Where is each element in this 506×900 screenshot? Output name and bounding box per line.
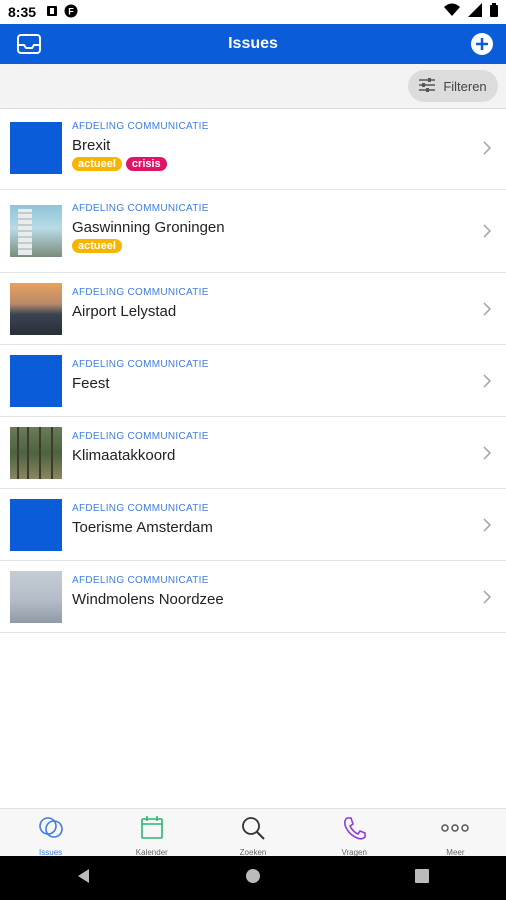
status-time: 8:35: [8, 4, 37, 20]
issue-row[interactable]: AFDELING COMMUNICATIE Klimaatakkoord: [0, 417, 506, 489]
chevron-right-icon: [482, 224, 492, 238]
search-icon: [239, 815, 267, 846]
signal-icon: [468, 3, 482, 20]
issue-row[interactable]: AFDELING COMMUNICATIE Brexit actueel cri…: [0, 108, 506, 190]
issue-thumbnail: [10, 205, 62, 257]
back-icon[interactable]: [76, 868, 92, 889]
issue-title: Klimaatakkoord: [72, 447, 176, 464]
notification-icon: [46, 4, 58, 20]
issue-title: Toerisme Amsterdam: [72, 519, 213, 536]
filter-button[interactable]: Filteren: [408, 70, 498, 102]
tag-badge: crisis: [125, 157, 167, 171]
issue-category: AFDELING COMMUNICATIE: [72, 359, 209, 370]
chat-bubbles-icon: [37, 815, 65, 846]
tab-zoeken[interactable]: Zoeken: [202, 809, 303, 857]
tab-kalender[interactable]: Kalender: [101, 809, 202, 857]
svg-text:F: F: [68, 6, 74, 16]
app-notification-icon: F: [64, 4, 78, 21]
tag-badge: actueel: [72, 239, 122, 253]
issue-category: AFDELING COMMUNICATIE: [72, 121, 209, 132]
page-title: Issues: [228, 35, 278, 52]
app-bar: Issues: [0, 24, 506, 64]
tab-meer[interactable]: Meer: [405, 809, 506, 857]
issue-category: AFDELING COMMUNICATIE: [72, 503, 209, 514]
calendar-icon: [138, 815, 166, 846]
filter-bar: Filteren: [0, 64, 506, 109]
issue-thumbnail: [10, 427, 62, 479]
more-icon: [441, 815, 470, 846]
status-bar: 8:35 F: [0, 0, 506, 24]
issue-thumbnail: [10, 283, 62, 335]
bottom-tab-bar: Issues Kalender Zoeken Vragen Meer: [0, 808, 506, 857]
sliders-icon: [419, 77, 436, 95]
issue-row[interactable]: AFDELING COMMUNICATIE Airport Lelystad: [0, 273, 506, 345]
chevron-right-icon: [482, 446, 492, 460]
tab-issues[interactable]: Issues: [0, 809, 101, 857]
issue-thumbnail: [10, 122, 62, 174]
chevron-right-icon: [482, 374, 492, 388]
issue-thumbnail: [10, 571, 62, 623]
issue-row[interactable]: AFDELING COMMUNICATIE Feest: [0, 345, 506, 417]
issue-category: AFDELING COMMUNICATIE: [72, 287, 209, 298]
issue-title: Brexit: [72, 137, 111, 154]
wifi-icon: [444, 3, 460, 20]
inbox-icon[interactable]: [16, 32, 42, 56]
system-nav-bar: [0, 856, 506, 900]
tag-badge: actueel: [72, 157, 122, 171]
chevron-right-icon: [482, 518, 492, 532]
chevron-right-icon: [482, 141, 492, 155]
issue-title: Windmolens Noordzee: [72, 591, 224, 608]
tab-vragen[interactable]: Vragen: [304, 809, 405, 857]
phone-icon: [340, 815, 368, 846]
filter-label: Filteren: [443, 78, 487, 94]
add-issue-button[interactable]: [470, 32, 494, 56]
issue-title: Gaswinning Groningen: [72, 219, 225, 236]
issue-list: AFDELING COMMUNICATIE Brexit actueel cri…: [0, 108, 506, 633]
issue-category: AFDELING COMMUNICATIE: [72, 203, 209, 214]
battery-icon: [490, 3, 498, 20]
recents-icon[interactable]: [414, 868, 430, 889]
chevron-right-icon: [482, 590, 492, 604]
issue-thumbnail: [10, 499, 62, 551]
home-icon[interactable]: [245, 868, 261, 889]
issue-title: Airport Lelystad: [72, 303, 177, 320]
issue-category: AFDELING COMMUNICATIE: [72, 575, 209, 586]
issue-row[interactable]: AFDELING COMMUNICATIE Windmolens Noordze…: [0, 561, 506, 633]
issue-row[interactable]: AFDELING COMMUNICATIE Toerisme Amsterdam: [0, 489, 506, 561]
issue-thumbnail: [10, 355, 62, 407]
issue-row[interactable]: AFDELING COMMUNICATIE Gaswinning Groning…: [0, 190, 506, 273]
chevron-right-icon: [482, 302, 492, 316]
issue-category: AFDELING COMMUNICATIE: [72, 431, 209, 442]
issue-title: Feest: [72, 375, 110, 392]
